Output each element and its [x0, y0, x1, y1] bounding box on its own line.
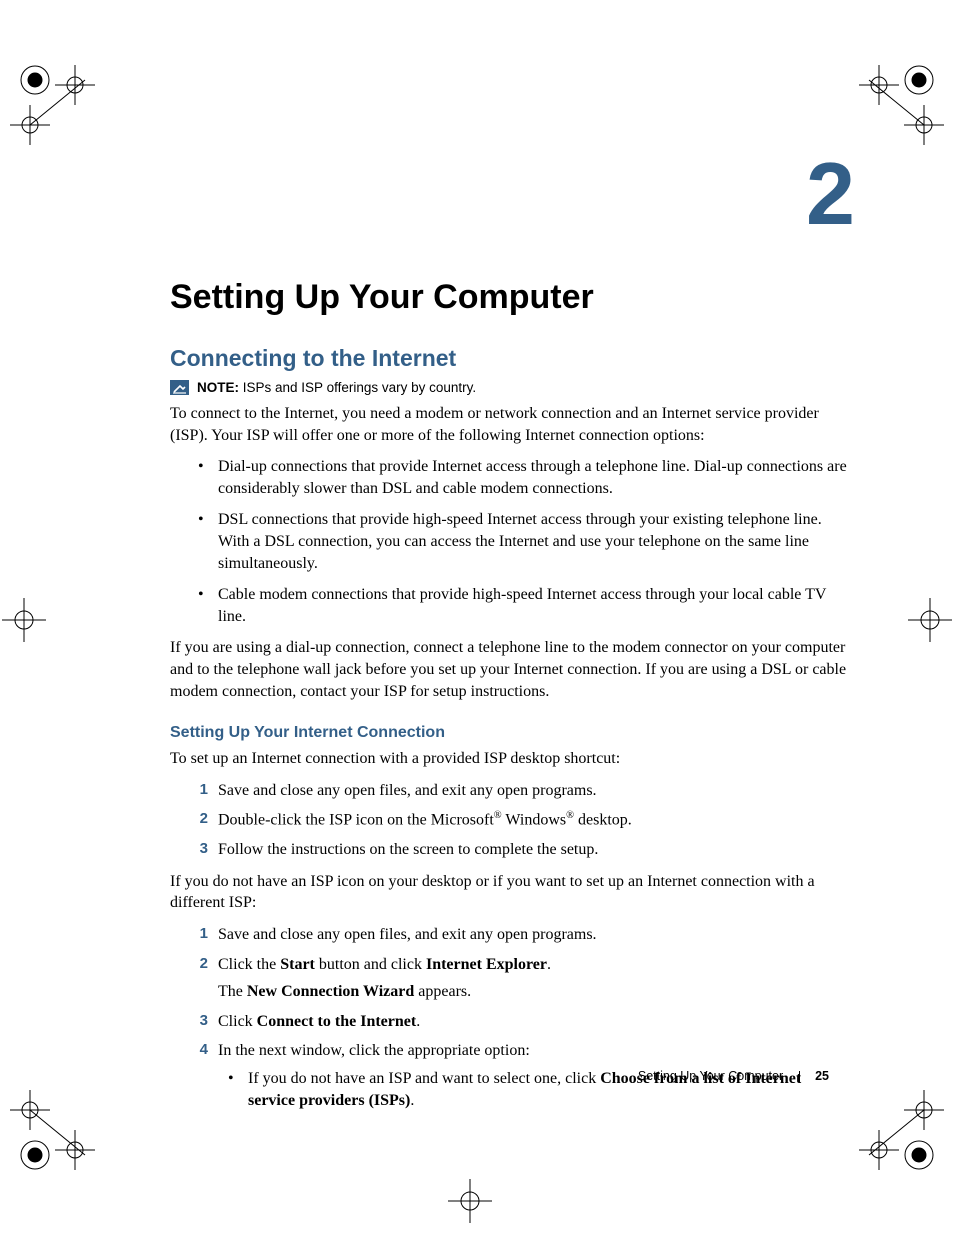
body-paragraph: If you are using a dial-up connection, c… — [170, 637, 850, 702]
footer-separator — [799, 1071, 800, 1082]
step-item: Save and close any open files, and exit … — [170, 780, 850, 802]
steps-list-2: Save and close any open files, and exit … — [170, 924, 850, 1111]
body-paragraph: To set up an Internet connection with a … — [170, 748, 850, 770]
note-body: ISPs and ISP offerings vary by country. — [243, 380, 476, 395]
step-item: Double-click the ISP icon on the Microso… — [170, 809, 850, 831]
registration-mark — [5, 50, 115, 160]
chapter-number: 2 — [170, 150, 855, 238]
step-item: Click Connect to the Internet. — [170, 1011, 850, 1033]
step-item: Save and close any open files, and exit … — [170, 924, 850, 946]
registration-mark — [839, 1075, 949, 1185]
registration-mark — [0, 590, 48, 650]
note-text: NOTE: ISPs and ISP offerings vary by cou… — [197, 380, 476, 395]
connection-options-list: Dial-up connections that provide Interne… — [170, 456, 850, 627]
registration-mark — [440, 1177, 500, 1225]
note-label: NOTE: — [197, 380, 239, 395]
footer-section: Setting Up Your Computer — [638, 1069, 783, 1083]
steps-list-1: Save and close any open files, and exit … — [170, 780, 850, 861]
chapter-title: Setting Up Your Computer — [170, 278, 850, 317]
list-item: Dial-up connections that provide Interne… — [170, 456, 850, 499]
note-callout: NOTE: ISPs and ISP offerings vary by cou… — [170, 380, 850, 395]
page-content: 2 Setting Up Your Computer Connecting to… — [170, 150, 850, 1121]
list-item: Cable modem connections that provide hig… — [170, 584, 850, 627]
step-subtext: The New Connection Wizard appears. — [218, 981, 850, 1003]
note-icon — [170, 380, 189, 395]
body-paragraph: If you do not have an ISP icon on your d… — [170, 871, 850, 914]
step-item: Click the Start button and click Interne… — [170, 954, 850, 1003]
registration-mark — [906, 590, 954, 650]
intro-paragraph: To connect to the Internet, you need a m… — [170, 403, 850, 446]
subsection-heading: Setting Up Your Internet Connection — [170, 724, 850, 742]
step-item: Follow the instructions on the screen to… — [170, 839, 850, 861]
section-heading: Connecting to the Internet — [170, 345, 850, 372]
registration-mark — [5, 1075, 115, 1185]
list-item: DSL connections that provide high-speed … — [170, 509, 850, 574]
registration-mark — [839, 50, 949, 160]
page-footer: Setting Up Your Computer 25 — [638, 1069, 829, 1083]
footer-page-number: 25 — [815, 1069, 829, 1083]
